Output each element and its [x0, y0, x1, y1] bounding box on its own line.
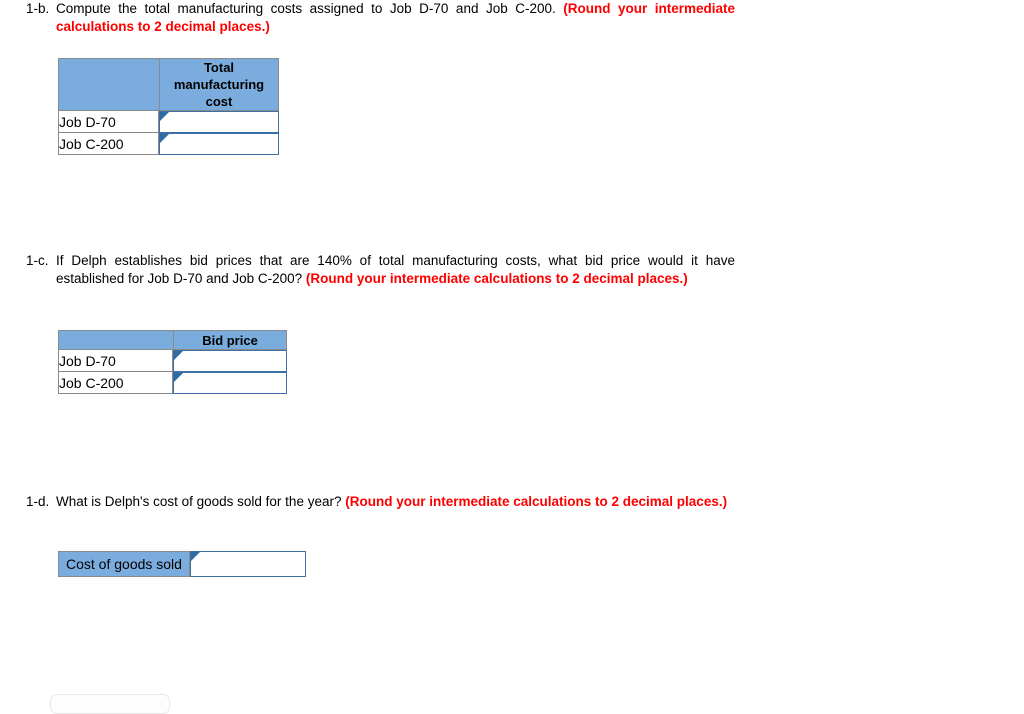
question-1d-hint: (Round your intermediate calculations to…: [345, 494, 728, 509]
input-bid-price-job-d70[interactable]: [173, 350, 287, 372]
question-1b: 1-b. Compute the total manufacturing cos…: [26, 0, 735, 35]
question-1c-hint: (Round your intermediate calculations to…: [305, 270, 688, 286]
question-1c: 1-c. If Delph establishes bid prices tha…: [26, 252, 735, 287]
question-1b-number: 1-b.: [26, 1, 50, 16]
table-header-row: Bid price: [58, 330, 287, 350]
bottom-partial-widget[interactable]: [50, 694, 170, 714]
cell-marker-triangle-icon: [160, 112, 169, 121]
cell-marker-triangle-icon: [174, 351, 183, 360]
question-1b-text: Compute the total manufacturing costs as…: [56, 0, 735, 35]
table-total-manufacturing-cost: Total manufacturing cost Job D-70 Job C-…: [58, 58, 279, 155]
table-row: Job C-200: [58, 133, 279, 155]
input-cost-of-goods-sold[interactable]: [189, 551, 306, 577]
cell-wrap-job-d70: [173, 350, 287, 372]
cell-wrap-job-c200: [173, 372, 287, 394]
question-1b-prompt: Compute the total manufacturing costs as…: [56, 1, 564, 16]
table-header-row: Total manufacturing cost: [58, 58, 279, 111]
question-1d: 1-d. What is Delph's cost of goods sold …: [26, 493, 732, 511]
cell-wrap-job-d70: [159, 111, 279, 133]
header-cell-blank: [58, 58, 159, 111]
cell-marker-triangle-icon: [174, 373, 183, 382]
header-cell-total-manufacturing-cost: Total manufacturing cost: [159, 58, 279, 111]
question-1c-number: 1-c.: [26, 253, 49, 268]
header-cell-blank: [58, 330, 173, 350]
table-row: Cost of goods sold: [58, 551, 306, 577]
question-1c-text: If Delph establishes bid prices that are…: [56, 252, 735, 287]
input-total-cost-job-c200[interactable]: [159, 133, 279, 155]
row-label-job-d70: Job D-70: [58, 111, 159, 133]
input-bid-price-job-c200[interactable]: [173, 372, 287, 394]
question-1d-text: What is Delph's cost of goods sold for t…: [56, 493, 735, 511]
question-1d-prompt: What is Delph's cost of goods sold for t…: [56, 494, 346, 509]
table-cost-of-goods-sold: Cost of goods sold: [58, 551, 306, 577]
question-1d-number: 1-d.: [26, 494, 50, 509]
cell-wrap-cost-of-goods-sold: [189, 551, 306, 577]
row-label-job-c200: Job C-200: [58, 372, 173, 394]
table-row: Job D-70: [58, 111, 279, 133]
table-bid-price: Bid price Job D-70 Job C-200: [58, 330, 287, 394]
cell-marker-triangle-icon: [160, 134, 169, 143]
row-label-job-c200: Job C-200: [58, 133, 159, 155]
cell-wrap-job-c200: [159, 133, 279, 155]
cell-marker-triangle-icon: [190, 552, 200, 561]
header-cell-bid-price: Bid price: [173, 330, 287, 350]
table-row: Job C-200: [58, 372, 287, 394]
table-row: Job D-70: [58, 350, 287, 372]
row-label-cost-of-goods-sold: Cost of goods sold: [58, 551, 190, 577]
row-label-job-d70: Job D-70: [58, 350, 173, 372]
input-total-cost-job-d70[interactable]: [159, 111, 279, 133]
